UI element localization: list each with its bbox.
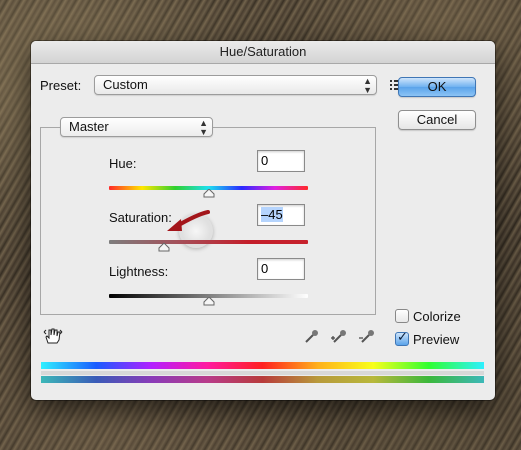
input-color-bar xyxy=(41,362,484,369)
channel-dropdown[interactable]: Master ▲ ▼ xyxy=(60,117,213,137)
lightness-value: 0 xyxy=(261,261,269,276)
saturation-value: –45 xyxy=(261,207,283,222)
eyedropper-minus-icon[interactable] xyxy=(359,327,377,345)
color-bar-divider xyxy=(41,371,484,375)
saturation-slider-track[interactable] xyxy=(109,240,308,244)
preset-label: Preset: xyxy=(40,78,82,93)
cancel-button[interactable]: Cancel xyxy=(398,110,476,130)
eyedropper-plus-icon[interactable] xyxy=(331,327,349,345)
preview-label: Preview xyxy=(413,332,460,347)
ok-button[interactable]: OK xyxy=(398,77,476,97)
dialog-title: Hue/Saturation xyxy=(31,41,495,64)
hue-input[interactable]: 0 xyxy=(257,150,305,172)
hue-value: 0 xyxy=(261,153,269,168)
on-image-adjust-hand-icon[interactable] xyxy=(43,327,63,345)
hue-saturation-dialog: Hue/Saturation Preset: Custom ▲ ▼ OK Canc… xyxy=(31,41,495,400)
lightness-label: Lightness: xyxy=(109,264,169,279)
hue-label: Hue: xyxy=(109,156,137,171)
preset-value: Custom xyxy=(103,77,148,92)
chevron-updown-icon: ▲ ▼ xyxy=(363,76,372,95)
eyedropper-icon[interactable] xyxy=(303,327,321,345)
preset-dropdown[interactable]: Custom ▲ ▼ xyxy=(94,75,377,95)
saturation-input[interactable]: –45 xyxy=(257,204,305,226)
output-color-bar xyxy=(41,376,484,383)
colorize-label: Colorize xyxy=(413,309,461,324)
annotation-arrow-icon xyxy=(167,210,210,231)
preview-checkbox[interactable] xyxy=(395,330,409,346)
colorize-checkbox[interactable] xyxy=(395,309,409,323)
lightness-input[interactable]: 0 xyxy=(257,258,305,280)
chevron-updown-icon: ▲ ▼ xyxy=(199,118,208,137)
channel-value: Master xyxy=(69,119,109,134)
